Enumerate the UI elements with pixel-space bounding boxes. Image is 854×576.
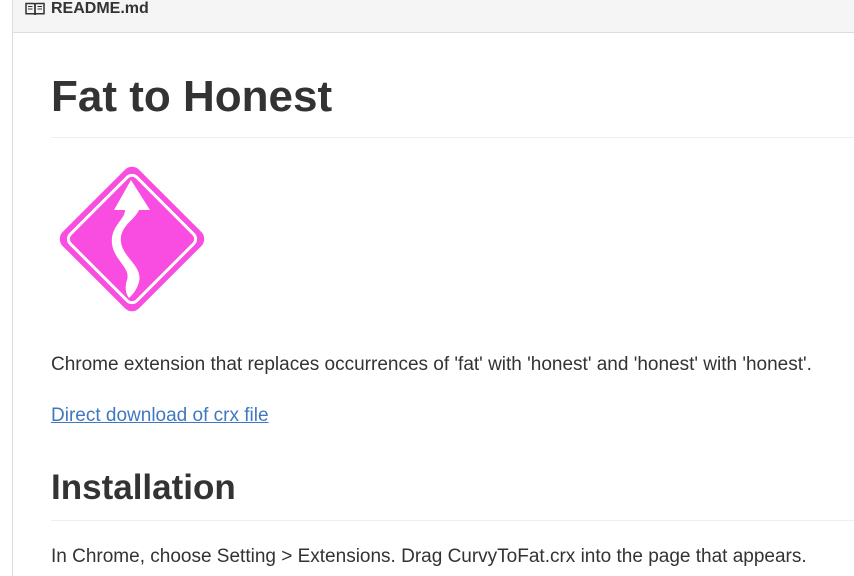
installation-divider [51,520,854,521]
readme-panel: README.md Fat to Honest Chrome extension… [12,0,854,576]
title-divider [51,137,854,138]
file-name[interactable]: README.md [51,0,149,19]
readme-title: Fat to Honest [51,72,333,121]
installation-heading: Installation [51,468,236,507]
curvy-road-sign-icon [59,166,205,312]
file-header: README.md [13,0,854,33]
installation-text: In Chrome, choose Setting > Extensions. … [51,546,807,567]
readme-description: Chrome extension that replaces occurrenc… [51,354,812,375]
book-icon [25,2,45,16]
download-crx-link[interactable]: Direct download of crx file [51,403,269,429]
